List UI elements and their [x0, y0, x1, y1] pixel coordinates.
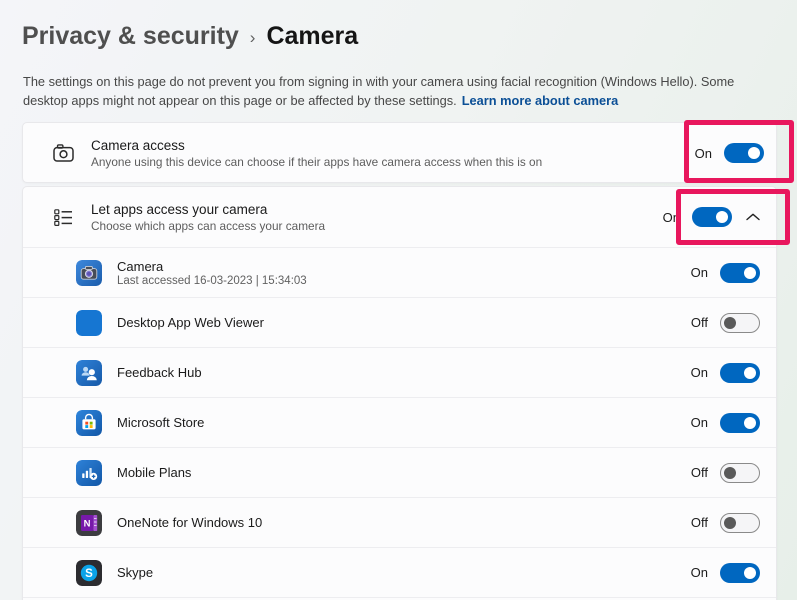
app-name: Desktop App Web Viewer — [117, 315, 264, 330]
app-toggle-state-label: On — [684, 415, 708, 430]
svg-text:N: N — [84, 518, 91, 529]
app-name: OneNote for Windows 10 — [117, 515, 262, 530]
list-item: S Skype On — [23, 547, 776, 597]
list-item: Feedback Hub On — [23, 347, 776, 397]
onenote-icon: N — [76, 510, 102, 536]
chevron-up-icon[interactable] — [746, 213, 760, 221]
skype-icon: S — [76, 560, 102, 586]
desktop-app-web-viewer-icon — [76, 310, 102, 336]
page-description-text: The settings on this page do not prevent… — [23, 74, 734, 108]
list-item: Desktop App Web Viewer Off — [23, 297, 776, 347]
app-toggle[interactable] — [720, 263, 760, 283]
app-toggle-state-label: On — [684, 265, 708, 280]
app-permission-list: CameraLast accessed 16-03-2023 | 15:34:0… — [23, 247, 776, 597]
app-name: Microsoft Store — [117, 415, 204, 430]
app-toggle[interactable] — [720, 463, 760, 483]
list-item: N OneNote for Windows 10 Off — [23, 497, 776, 547]
breadcrumb: Privacy & security › Camera — [22, 22, 358, 51]
app-toggle-state-label: Off — [684, 315, 708, 330]
app-name: Feedback Hub — [117, 365, 202, 380]
camera-access-card: Camera access Anyone using this device c… — [22, 122, 777, 183]
breadcrumb-parent[interactable]: Privacy & security — [22, 22, 239, 51]
let-apps-card: Let apps access your camera Choose which… — [22, 186, 777, 600]
let-apps-title: Let apps access your camera — [91, 202, 325, 217]
app-toggle[interactable] — [720, 413, 760, 433]
let-apps-subtitle: Choose which apps can access your camera — [91, 219, 325, 233]
feedback-hub-icon — [76, 360, 102, 386]
app-last-accessed: Last accessed 16-03-2023 | 15:34:03 — [117, 275, 307, 287]
app-name: Skype — [117, 565, 153, 580]
app-toggle-state-label: On — [684, 365, 708, 380]
app-toggle[interactable] — [720, 313, 760, 333]
microsoft-store-icon — [76, 410, 102, 436]
let-apps-row[interactable]: Let apps access your camera Choose which… — [23, 187, 776, 247]
camera-access-state-label: On — [688, 146, 712, 161]
learn-more-link[interactable]: Learn more about camera — [462, 93, 618, 108]
list-item: Mobile Plans Off — [23, 447, 776, 497]
svg-text:S: S — [85, 568, 93, 580]
app-toggle-state-label: Off — [684, 515, 708, 530]
camera-access-subtitle: Anyone using this device can choose if t… — [91, 155, 542, 169]
list-item: Microsoft Store On — [23, 397, 776, 447]
mobile-plans-icon — [76, 460, 102, 486]
page-title: Camera — [266, 22, 358, 51]
camera-access-row: Camera access Anyone using this device c… — [23, 123, 776, 183]
camera-app-icon — [76, 260, 102, 286]
app-toggle-state-label: Off — [684, 465, 708, 480]
let-apps-state-label: On — [656, 210, 680, 225]
app-toggle-state-label: On — [684, 565, 708, 580]
app-name: Camera — [117, 259, 307, 274]
list-item: CameraLast accessed 16-03-2023 | 15:34:0… — [23, 247, 776, 297]
app-toggle[interactable] — [720, 363, 760, 383]
app-toggle[interactable] — [720, 513, 760, 533]
camera-access-toggle[interactable] — [724, 143, 764, 163]
breadcrumb-separator-icon: › — [250, 28, 256, 48]
page-description: The settings on this page do not prevent… — [23, 73, 777, 111]
camera-outline-icon — [51, 144, 75, 162]
let-apps-toggle[interactable] — [692, 207, 732, 227]
app-list-icon — [51, 209, 75, 226]
camera-access-title: Camera access — [91, 138, 542, 153]
app-name: Mobile Plans — [117, 465, 191, 480]
app-toggle[interactable] — [720, 563, 760, 583]
